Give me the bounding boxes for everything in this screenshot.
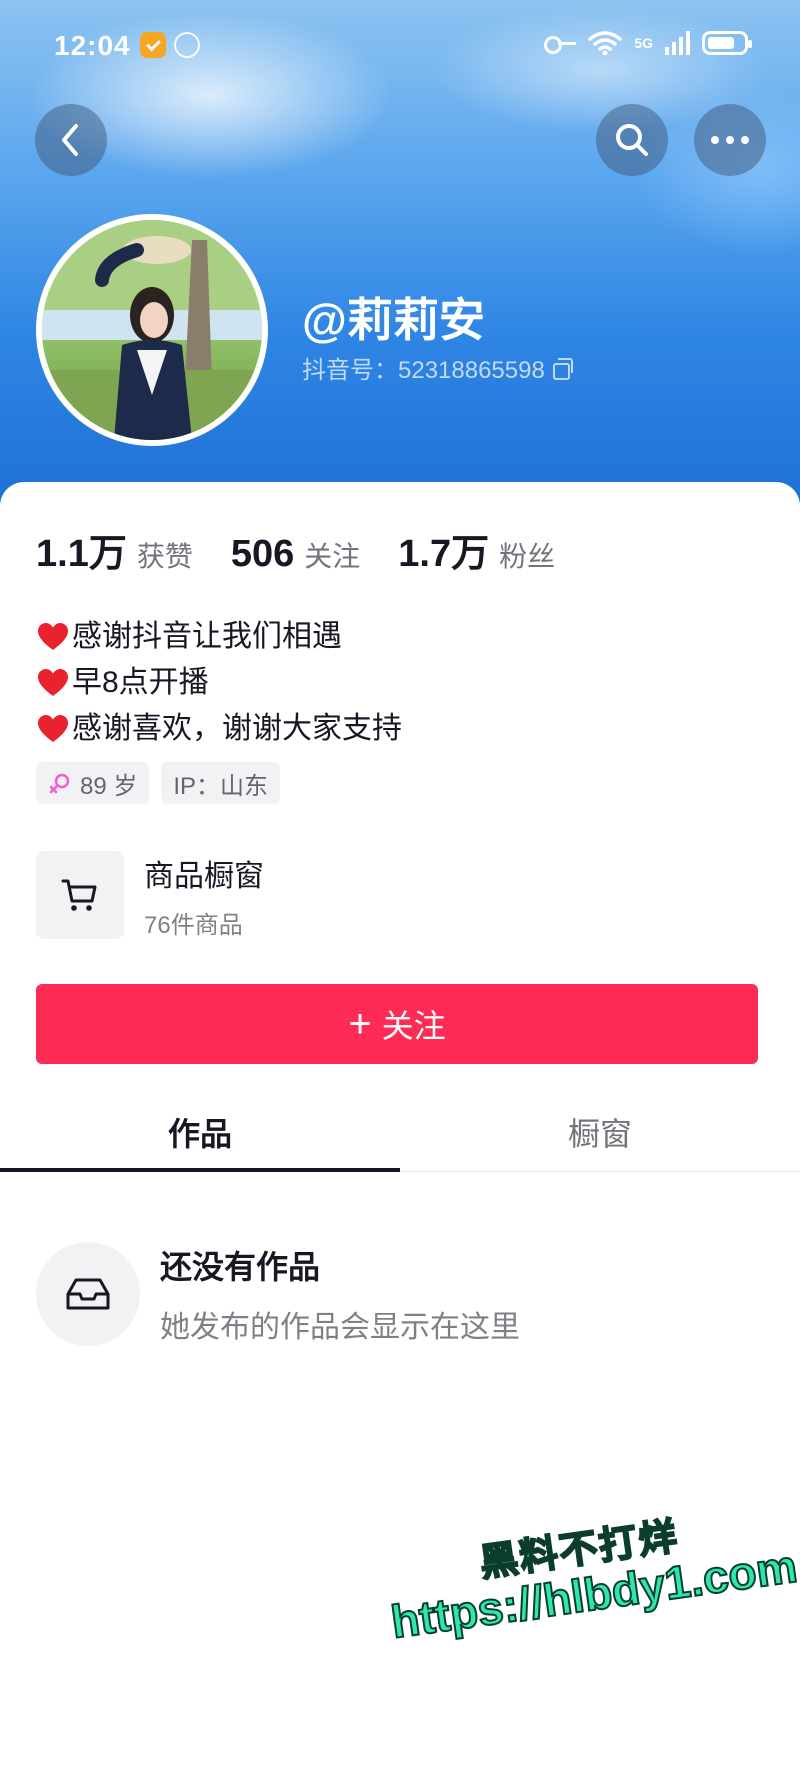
status-time: 12:04 (54, 30, 131, 61)
follow-button[interactable]: + 关注 (36, 984, 758, 1064)
stat-followers[interactable]: 1.7万 粉丝 (398, 522, 555, 577)
content-tabs: 作品 橱窗 (0, 1092, 800, 1172)
stat-value: 1.7万 (398, 533, 490, 575)
search-button[interactable] (596, 104, 668, 176)
signal-icon (665, 31, 690, 55)
search-icon (616, 124, 648, 156)
bio-text: 感谢抖音让我们相遇 (72, 620, 342, 653)
status-bar: 12:04 5G (0, 0, 800, 92)
stat-likes[interactable]: 1.1万 获赞 (36, 522, 193, 577)
stats-row: 1.1万 获赞 506 关注 1.7万 粉丝 (36, 522, 593, 577)
empty-subtitle: 她发布的作品会显示在这里 (160, 1311, 520, 1344)
status-icons: 5G (544, 30, 752, 56)
back-button[interactable] (35, 104, 107, 176)
empty-state: 还没有作品 她发布的作品会显示在这里 (36, 1242, 520, 1346)
network-type: 5G (634, 35, 653, 51)
shop-window-entry[interactable]: 商品橱窗 76件商品 (36, 850, 756, 940)
stat-value: 506 (230, 533, 295, 575)
bio: 感谢抖音让我们相遇 早8点开播 感谢喜欢，谢谢大家支持 (36, 614, 402, 752)
shop-text: 商品橱窗 76件商品 (144, 851, 264, 940)
stat-label: 关注 (304, 541, 361, 572)
heart-icon (36, 621, 70, 653)
cart-icon (61, 879, 97, 911)
profile-tags: 89 岁 IP：山东 (36, 762, 281, 804)
stat-label: 粉丝 (499, 541, 556, 572)
ip-tag: IP：山东 (161, 762, 281, 804)
heart-icon (36, 667, 70, 699)
avatar-photo (42, 220, 262, 440)
bio-text: 感谢喜欢，谢谢大家支持 (72, 712, 402, 745)
shop-icon-box (36, 851, 124, 939)
stat-following[interactable]: 506 关注 (231, 533, 360, 576)
empty-text: 还没有作品 她发布的作品会显示在这里 (160, 1242, 520, 1346)
tab-works[interactable]: 作品 (0, 1092, 400, 1172)
plus-icon: + (348, 1001, 372, 1046)
more-dots-icon (711, 136, 749, 144)
follow-label: 关注 (381, 1008, 446, 1044)
empty-title: 还没有作品 (160, 1249, 321, 1285)
stat-value: 1.1万 (36, 533, 127, 575)
ip-text: IP：山东 (173, 772, 269, 800)
shop-title: 商品橱窗 (144, 859, 264, 893)
bio-text: 早8点开播 (72, 666, 209, 699)
shield-badge-icon (140, 32, 166, 58)
copy-icon[interactable] (552, 357, 573, 380)
bio-line: 早8点开播 (36, 660, 402, 706)
age-tag: 89 岁 (36, 762, 150, 804)
chevron-left-icon (62, 124, 78, 156)
wifi-icon (588, 31, 623, 56)
more-button[interactable] (694, 104, 766, 176)
battery-icon (702, 31, 752, 55)
username: @莉莉安 (302, 294, 485, 346)
female-icon (49, 773, 70, 794)
empty-icon-circle (36, 1242, 140, 1346)
douyin-id-text: 抖音号：52318865598 (302, 357, 545, 384)
heart-icon (36, 713, 70, 745)
bio-line: 感谢抖音让我们相遇 (36, 614, 402, 660)
key-icon (544, 33, 577, 54)
hand-icon (174, 32, 200, 58)
age-text: 89 岁 (80, 772, 138, 800)
bio-line: 感谢喜欢，谢谢大家支持 (36, 706, 402, 752)
douyin-id[interactable]: 抖音号：52318865598 (302, 350, 573, 385)
inbox-icon (66, 1278, 110, 1310)
avatar[interactable] (36, 214, 268, 446)
tab-shop-window[interactable]: 橱窗 (400, 1092, 800, 1171)
stat-label: 获赞 (136, 541, 193, 572)
shop-subtitle: 76件商品 (144, 911, 243, 939)
